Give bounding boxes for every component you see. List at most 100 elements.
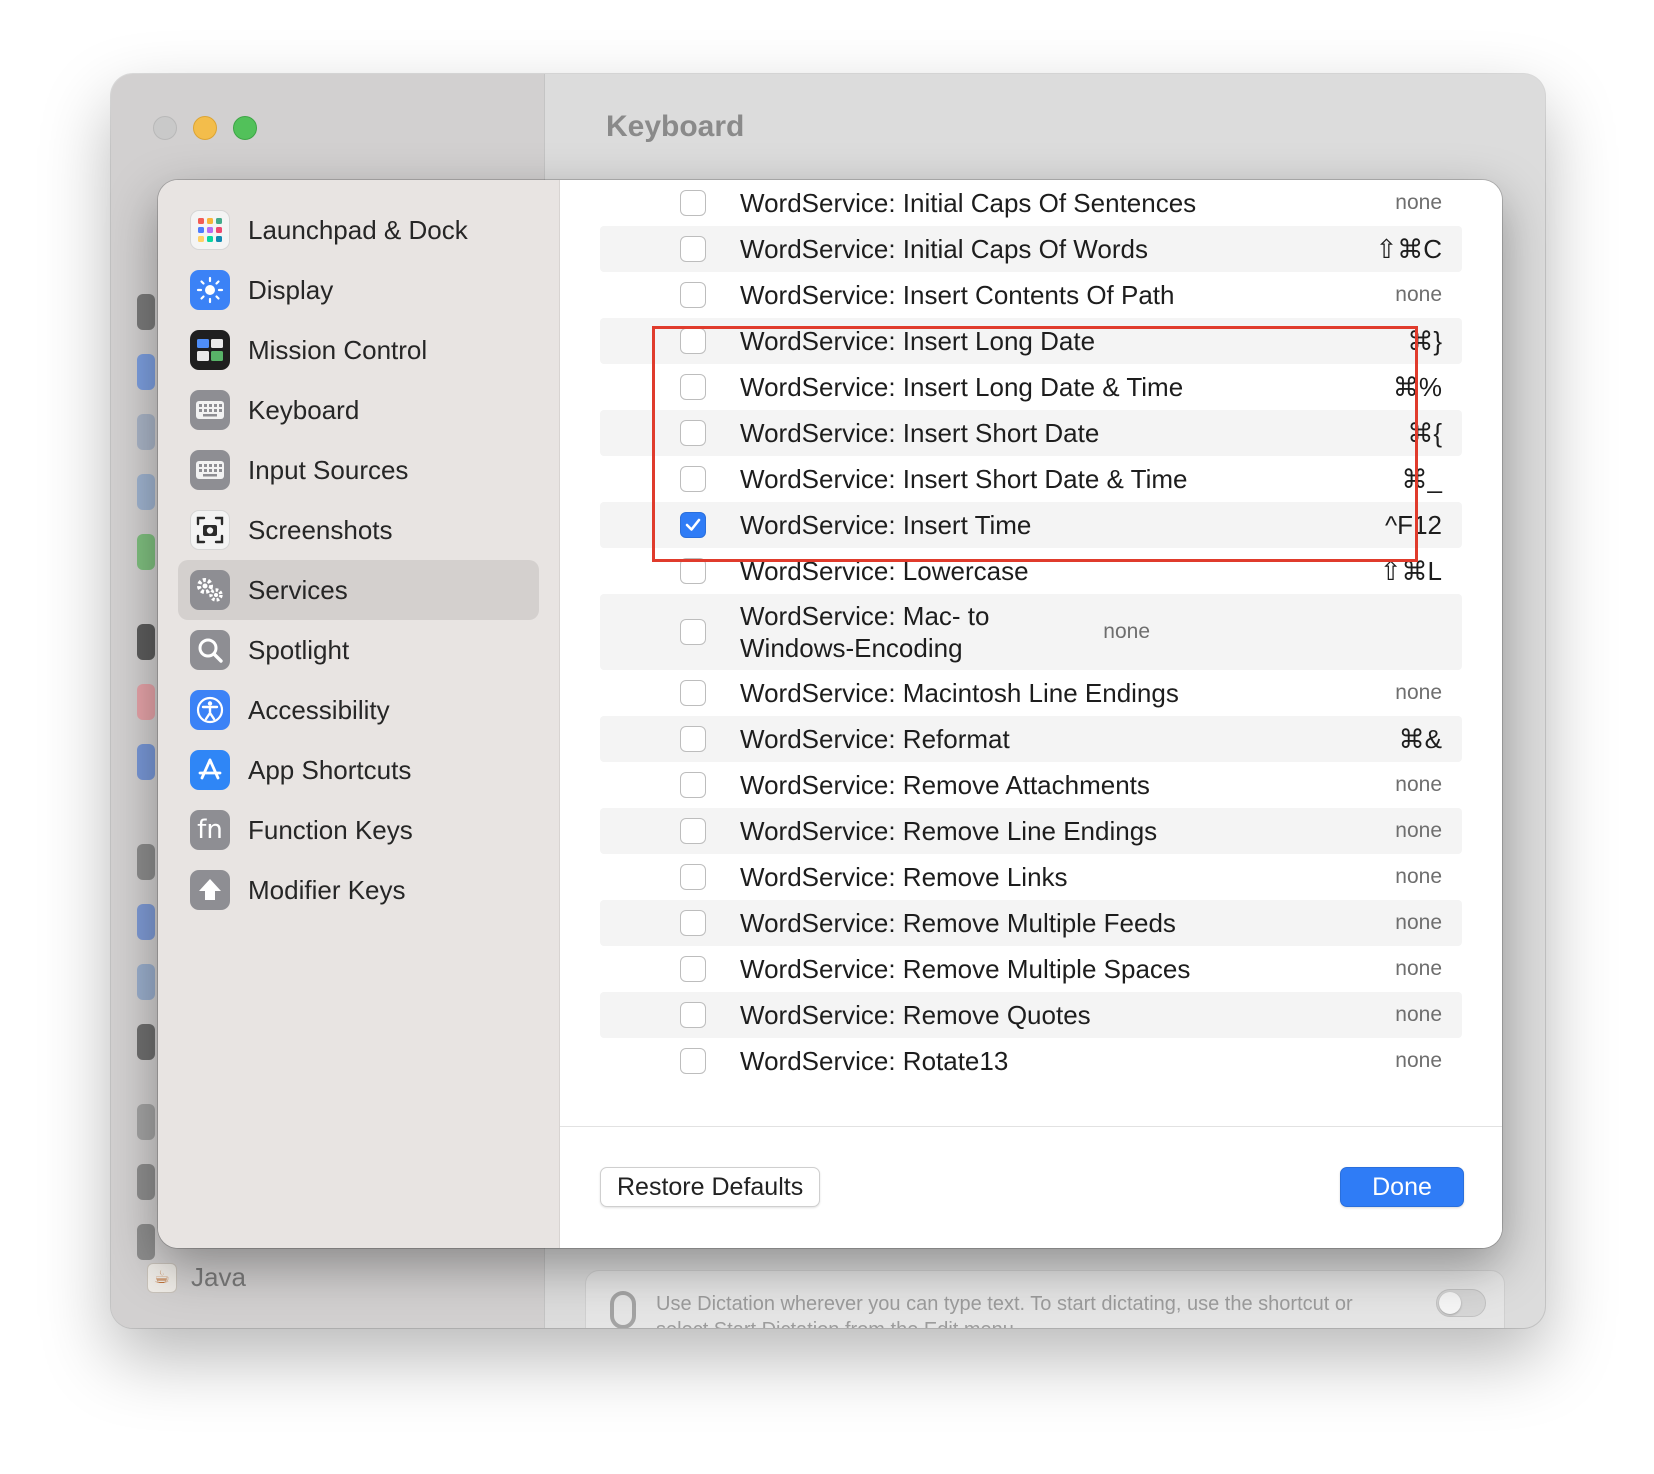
background-icon [137,294,155,330]
service-shortcut[interactable]: none [1332,191,1462,215]
service-checkbox[interactable] [680,466,706,492]
sidebar-item-screenshots[interactable]: Screenshots [178,500,539,560]
sidebar-item-label: Display [248,274,334,305]
service-checkbox[interactable] [680,328,706,354]
sidebar-item-services[interactable]: Services [178,560,539,620]
table-row: WordService: Insert Contents Of Path non… [600,272,1462,318]
table-row: WordService: Mac- to Windows-Encoding no… [600,594,1462,670]
service-shortcut[interactable]: none [1332,957,1462,981]
service-checkbox[interactable] [680,558,706,584]
close-window-button[interactable] [153,116,177,140]
minimize-window-button[interactable] [193,116,217,140]
table-row: WordService: Initial Caps Of Words ⇧⌘C [600,226,1462,272]
background-icon [137,964,155,1000]
service-checkbox[interactable] [680,726,706,752]
services-gear-icon [190,570,230,610]
service-checkbox[interactable] [680,818,706,844]
service-shortcut[interactable]: none [1332,681,1462,705]
service-checkbox[interactable] [680,1002,706,1028]
service-shortcut[interactable]: none [1332,1003,1462,1027]
service-shortcut[interactable]: ⌘& [1332,724,1462,755]
service-shortcut[interactable]: ⌘} [1332,326,1462,357]
fn-icon: fn [190,810,230,850]
background-icon [137,1024,155,1060]
table-row: WordService: Insert Long Date & Time ⌘% [600,364,1462,410]
service-checkbox-checked[interactable] [680,512,706,538]
sidebar-item-label: Screenshots [248,514,393,545]
sidebar-item-spotlight[interactable]: Spotlight [178,620,539,680]
service-checkbox[interactable] [680,619,706,645]
service-shortcut[interactable]: ⌘{ [1332,418,1462,449]
service-checkbox[interactable] [680,772,706,798]
service-shortcut[interactable]: ^F12 [1332,510,1462,541]
service-shortcut[interactable]: none [1332,283,1462,307]
service-shortcut[interactable]: none [1332,865,1462,889]
services-content: WordService: Initial Caps Of Sentences n… [560,180,1502,1248]
done-button[interactable]: Done [1340,1167,1464,1207]
restore-defaults-button[interactable]: Restore Defaults [600,1167,821,1207]
service-name: WordService: Insert Time [740,510,1032,540]
service-name: WordService: Mac- to Windows-Encoding [740,601,990,663]
service-checkbox[interactable] [680,1048,706,1074]
background-icon [137,624,155,660]
background-icon [137,474,155,510]
sidebar-item-java[interactable]: ☕ Java [147,1262,246,1293]
table-row: WordService: Remove Attachments none [600,762,1462,808]
table-row: WordService: Remove Multiple Spaces none [600,946,1462,992]
table-row: WordService: Rotate13 none [600,1038,1462,1084]
services-table[interactable]: WordService: Initial Caps Of Sentences n… [600,180,1462,1126]
service-shortcut[interactable]: ⇧⌘C [1332,234,1462,265]
java-icon: ☕ [147,1262,177,1293]
service-shortcut[interactable]: ⇧⌘L [1332,556,1462,587]
dictation-toggle[interactable] [1436,1289,1486,1317]
sidebar-item-launchpad-dock[interactable]: Launchpad & Dock [178,200,539,260]
table-row: WordService: Insert Long Date ⌘} [600,318,1462,364]
sidebar-item-input-sources[interactable]: Input Sources [178,440,539,500]
sidebar-item-mission-control[interactable]: Mission Control [178,320,539,380]
background-icon [137,1224,155,1260]
service-checkbox[interactable] [680,864,706,890]
service-checkbox[interactable] [680,236,706,262]
service-shortcut[interactable]: ⌘% [1332,372,1462,403]
sidebar-item-modifier-keys[interactable]: Modifier Keys [178,860,539,920]
service-name: WordService: Remove Multiple Feeds [740,908,1176,938]
table-row: WordService: Insert Short Date ⌘{ [600,410,1462,456]
service-checkbox[interactable] [680,956,706,982]
sidebar-item-label: App Shortcuts [248,754,412,785]
table-row: WordService: Insert Short Date & Time ⌘_ [600,456,1462,502]
keyboard-icon [190,390,230,430]
sidebar-item-display[interactable]: Display [178,260,539,320]
service-shortcut[interactable]: none [1040,620,1170,644]
service-checkbox[interactable] [680,680,706,706]
sidebar-item-function-keys[interactable]: fn Function Keys [178,800,539,860]
service-name: WordService: Insert Long Date & Time [740,372,1184,402]
service-name: WordService: Remove Multiple Spaces [740,954,1191,984]
service-checkbox[interactable] [680,420,706,446]
table-row: WordService: Remove Quotes none [600,992,1462,1038]
service-checkbox[interactable] [680,282,706,308]
service-checkbox[interactable] [680,190,706,216]
service-checkbox[interactable] [680,910,706,936]
java-label: Java [191,1262,246,1292]
table-row: WordService: Remove Line Endings none [600,808,1462,854]
table-row: WordService: Initial Caps Of Sentences n… [600,180,1462,226]
sidebar-item-app-shortcuts[interactable]: App Shortcuts [178,740,539,800]
sidebar-item-accessibility[interactable]: Accessibility [178,680,539,740]
service-shortcut[interactable]: none [1332,819,1462,843]
sheet-footer: Restore Defaults Done [560,1126,1502,1248]
service-shortcut[interactable]: none [1332,773,1462,797]
zoom-window-button[interactable] [233,116,257,140]
service-shortcut[interactable]: none [1332,911,1462,935]
sidebar-item-label: Function Keys [248,814,413,845]
service-name: WordService: Insert Long Date [740,326,1096,356]
sidebar-item-label: Modifier Keys [248,874,406,905]
service-shortcut[interactable]: ⌘_ [1332,464,1462,495]
sidebar-item-label: Input Sources [248,454,409,485]
table-row: WordService: Insert Time ^F12 [600,502,1462,548]
service-name: WordService: Remove Line Endings [740,816,1158,846]
service-checkbox[interactable] [680,374,706,400]
sidebar-item-keyboard[interactable]: Keyboard [178,380,539,440]
service-shortcut[interactable]: none [1332,1049,1462,1073]
service-name: WordService: Macintosh Line Endings [740,678,1179,708]
table-row: WordService: Lowercase ⇧⌘L [600,548,1462,594]
